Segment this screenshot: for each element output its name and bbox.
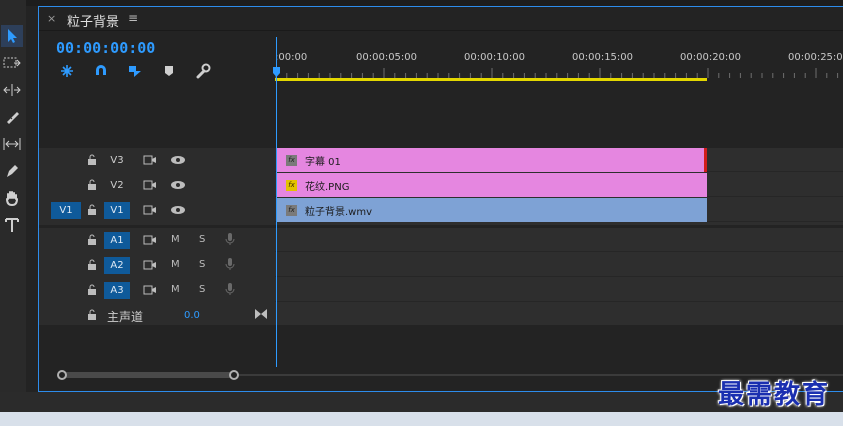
clip-subtitle[interactable]: fx 字幕 01: [276, 148, 707, 172]
mute-button[interactable]: M: [171, 259, 180, 270]
bowtie-icon[interactable]: [255, 309, 267, 319]
clip-name: 花纹.PNG: [305, 181, 350, 193]
lane-a3[interactable]: [275, 278, 843, 302]
fx-badge-icon: fx: [286, 179, 297, 191]
track-name-v2[interactable]: V2: [104, 177, 130, 194]
master-track-label: 主声道: [107, 310, 144, 324]
lane-a1[interactable]: [275, 228, 843, 252]
fx-badge-icon: fx: [286, 204, 297, 216]
playhead-line[interactable]: [276, 37, 277, 367]
toggle-sync-lock-icon[interactable]: [143, 179, 157, 191]
clip-name: 字幕 01: [305, 156, 341, 168]
lock-icon[interactable]: [87, 309, 97, 321]
toggle-sync-lock-icon[interactable]: [143, 154, 157, 166]
toggle-sync-lock-icon[interactable]: [143, 259, 157, 271]
timeline-header: 00:00:00:00: [39, 31, 275, 148]
ruler-label: 00:00:15:00: [572, 52, 634, 63]
watermark-logo: 最需教育: [718, 380, 831, 410]
clip-name: 粒子背景.wmv: [305, 206, 373, 218]
close-tab-button[interactable]: ×: [47, 12, 56, 25]
track-header-a3: A3 M S: [39, 278, 275, 303]
time-ruler[interactable]: :00:00 00:00:05:00 00:00:10:00 00:00:15:…: [275, 31, 843, 84]
lock-icon[interactable]: [87, 154, 97, 166]
type-tool-icon[interactable]: [1, 214, 23, 236]
nest-sequence-icon[interactable]: [59, 63, 75, 79]
microphone-icon[interactable]: [225, 282, 235, 296]
lock-icon[interactable]: [87, 234, 97, 246]
clip-pattern-png[interactable]: fx 花纹.PNG: [276, 173, 707, 197]
ruler-label: 00:00:20:00: [680, 52, 742, 63]
eye-icon[interactable]: [170, 205, 186, 215]
track-header-a2: A2 M S: [39, 253, 275, 278]
clip-particle-background[interactable]: fx 粒子背景.wmv: [276, 198, 707, 222]
tab-bar: × 粒子背景 ≡: [39, 7, 843, 31]
lane-a2[interactable]: [275, 253, 843, 277]
fx-badge-icon: fx: [286, 154, 297, 166]
timeline-panel: × 粒子背景 ≡ 00:00:00:00 :00:00 00:00:05:00 …: [38, 6, 843, 392]
toggle-sync-lock-icon[interactable]: [143, 284, 157, 296]
snap-magnet-icon[interactable]: [93, 63, 109, 79]
track-name-a3[interactable]: A3: [104, 282, 130, 299]
eye-icon[interactable]: [170, 180, 186, 190]
ruler-label: :00:00: [275, 52, 308, 63]
playhead-timecode[interactable]: 00:00:00:00: [56, 39, 155, 57]
wrench-settings-icon[interactable]: [195, 63, 211, 79]
eye-icon[interactable]: [170, 155, 186, 165]
sequence-tab-title[interactable]: 粒子背景: [67, 11, 119, 30]
track-name-a2[interactable]: A2: [104, 257, 130, 274]
selection-tool-icon[interactable]: [1, 25, 23, 47]
source-patch-v1[interactable]: V1: [51, 202, 81, 219]
lock-icon[interactable]: [87, 284, 97, 296]
track-header-v3: V3: [39, 148, 275, 173]
track-lanes: fx 字幕 01 fx 花纹.PNG fx 粒子背景.wmv: [275, 148, 843, 327]
pen-tool-icon[interactable]: [1, 160, 23, 182]
track-headers: V3 V2 V1 V1 A1 M S A2 M S A3 M S 主声道 0.0: [39, 148, 275, 325]
track-select-tool-icon[interactable]: [1, 52, 23, 74]
lane-master[interactable]: [275, 303, 843, 327]
ruler-label: 00:00:10:00: [464, 52, 526, 63]
razor-tool-icon[interactable]: [1, 106, 23, 128]
track-header-v2: V2: [39, 173, 275, 198]
slip-tool-icon[interactable]: [1, 133, 23, 155]
panel-menu-icon[interactable]: ≡: [128, 11, 138, 25]
toggle-sync-lock-icon[interactable]: [143, 234, 157, 246]
track-name-v1[interactable]: V1: [104, 202, 130, 219]
empty-video-area: [275, 84, 843, 148]
mute-button[interactable]: M: [171, 284, 180, 295]
ruler-ticks: [275, 68, 839, 78]
microphone-icon[interactable]: [225, 257, 235, 271]
master-volume-value[interactable]: 0.0: [184, 310, 200, 321]
linked-selection-icon[interactable]: [127, 63, 143, 79]
toggle-sync-lock-icon[interactable]: [143, 204, 157, 216]
track-name-v3[interactable]: V3: [104, 152, 130, 169]
solo-button[interactable]: S: [199, 259, 205, 270]
solo-button[interactable]: S: [199, 234, 205, 245]
status-strip: [0, 392, 843, 412]
lock-icon[interactable]: [87, 204, 97, 216]
ripple-edit-tool-icon[interactable]: [1, 79, 23, 101]
solo-button[interactable]: S: [199, 284, 205, 295]
microphone-icon[interactable]: [225, 232, 235, 246]
ruler-label: 00:00:25:00: [788, 52, 843, 63]
add-marker-icon[interactable]: [161, 63, 177, 79]
hand-tool-icon[interactable]: [1, 187, 23, 209]
work-area-bar[interactable]: [275, 78, 707, 81]
tools-panel: [0, 0, 26, 392]
track-header-v1: V1 V1: [39, 198, 275, 223]
track-header-a1: A1 M S: [39, 228, 275, 253]
ruler-label: 00:00:05:00: [356, 52, 418, 63]
lock-icon[interactable]: [87, 259, 97, 271]
track-name-a1[interactable]: A1: [104, 232, 130, 249]
lock-icon[interactable]: [87, 179, 97, 191]
mute-button[interactable]: M: [171, 234, 180, 245]
